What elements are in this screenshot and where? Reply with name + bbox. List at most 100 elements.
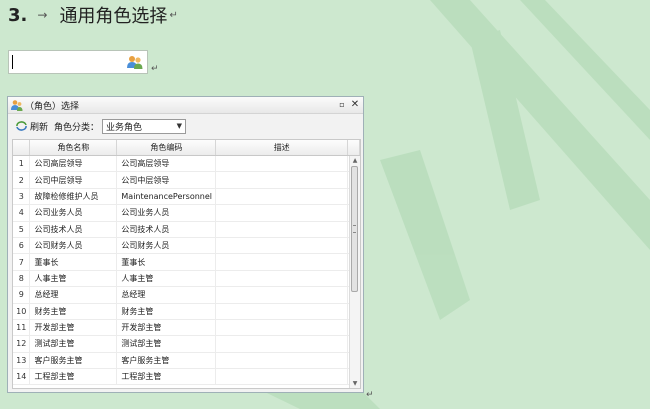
table-row[interactable]: 6 公司财务人员 公司财务人员 <box>13 237 360 255</box>
table-row[interactable]: 9 总经理 总经理 <box>13 286 360 304</box>
category-label: 角色分类： <box>54 122 100 133</box>
role-name-cell: 人事主管 <box>29 270 118 288</box>
paragraph-mark: ↵ <box>169 9 178 21</box>
role-code-cell: 人事主管 <box>116 270 217 288</box>
scrollbar-thumb[interactable] <box>351 166 358 292</box>
column-header-desc[interactable]: 描述 <box>215 140 348 156</box>
refresh-button[interactable]: 刷新 <box>15 120 48 133</box>
role-name-cell: 公司业务人员 <box>29 204 118 222</box>
column-header-name[interactable]: 角色名称 <box>29 140 118 156</box>
row-number: 10 <box>13 303 31 320</box>
role-desc-cell <box>215 204 348 222</box>
role-code-cell: 开发部主管 <box>116 319 217 337</box>
role-name-cell: 公司高层领导 <box>29 155 118 173</box>
table-row[interactable]: 10 财务主管 财务主管 <box>13 303 360 320</box>
table-row[interactable]: 8 人事主管 人事主管 <box>13 270 360 288</box>
users-picker-icon[interactable] <box>126 54 144 70</box>
row-number: 2 <box>13 171 31 189</box>
role-table: 角色名称 角色编码 描述 1 公司高层领导 公司高层领导 2 公司中层领导 公司中层领导 3… <box>13 140 360 386</box>
role-desc-cell <box>215 188 348 206</box>
dialog-toolbar: 刷新 角色分类： 业务角色 ▼ <box>8 116 363 136</box>
table-header-row: 角色名称 角色编码 描述 <box>13 140 360 156</box>
heading-arrow: → <box>37 8 48 22</box>
row-number: 3 <box>13 188 31 206</box>
role-name-cell: 故障检修维护人员 <box>29 188 118 206</box>
row-number: 8 <box>13 270 31 288</box>
role-desc-cell <box>215 286 348 304</box>
row-number: 6 <box>13 237 31 255</box>
role-desc-cell <box>215 270 348 288</box>
row-number: 13 <box>13 352 31 370</box>
category-value: 业务角色 <box>106 122 143 133</box>
role-picker-input[interactable] <box>8 50 148 74</box>
role-name-cell: 财务主管 <box>29 303 118 320</box>
role-name-cell: 工程部主管 <box>29 368 118 386</box>
role-code-cell: 公司业务人员 <box>116 204 217 222</box>
role-code-cell: 公司技术人员 <box>116 221 217 238</box>
heading-title: 通用角色选择 <box>59 6 168 27</box>
table-row[interactable]: 14 工程部主管 工程部主管 <box>13 368 360 386</box>
table-row[interactable]: 2 公司中层领导 公司中层领导 <box>13 171 360 189</box>
table-row[interactable]: 11 开发部主管 开发部主管 <box>13 319 360 337</box>
dialog-title: （角色）选择 <box>25 101 80 112</box>
refresh-icon <box>16 121 27 131</box>
role-code-cell: 财务主管 <box>116 303 217 320</box>
paragraph-mark: ↵ <box>366 390 374 400</box>
role-code-cell: 工程部主管 <box>116 368 217 386</box>
role-code-cell: 公司财务人员 <box>116 237 217 255</box>
role-desc-cell <box>215 171 348 189</box>
text-cursor <box>12 55 13 69</box>
role-code-cell: 董事长 <box>116 253 217 271</box>
scroll-down-icon[interactable]: ▼ <box>350 379 360 388</box>
role-code-cell: 公司高层领导 <box>116 155 217 173</box>
role-name-cell: 总经理 <box>29 286 118 304</box>
role-desc-cell <box>215 303 348 320</box>
dialog-titlebar[interactable]: （角色）选择 ▫ ✕ <box>8 97 363 114</box>
role-name-cell: 开发部主管 <box>29 319 118 337</box>
role-desc-cell <box>215 319 348 337</box>
header-filler <box>347 140 360 156</box>
row-number: 1 <box>13 155 31 173</box>
role-desc-cell <box>215 368 348 386</box>
role-code-cell: 总经理 <box>116 286 217 304</box>
role-select-dialog: （角色）选择 ▫ ✕ 刷新 角色分类： 业务角色 ▼ 角色名称 角色编码 描述 … <box>7 96 364 393</box>
role-grid: 角色名称 角色编码 描述 1 公司高层领导 公司高层领导 2 公司中层领导 公司中层领导 3… <box>12 139 361 389</box>
vertical-scrollbar[interactable]: ▲ ▼ <box>349 156 360 388</box>
role-name-cell: 公司财务人员 <box>29 237 118 255</box>
table-row[interactable]: 4 公司业务人员 公司业务人员 <box>13 204 360 222</box>
column-header-code[interactable]: 角色编码 <box>116 140 217 156</box>
role-name-cell: 客户服务主管 <box>29 352 118 370</box>
row-number: 5 <box>13 221 31 238</box>
scroll-up-icon[interactable]: ▲ <box>350 156 360 165</box>
table-row[interactable]: 13 客户服务主管 客户服务主管 <box>13 352 360 370</box>
maximize-icon[interactable]: ▫ <box>336 98 348 111</box>
table-row[interactable]: 7 董事长 董事长 <box>13 253 360 271</box>
role-desc-cell <box>215 221 348 238</box>
role-code-cell: 测试部主管 <box>116 335 217 353</box>
row-number: 12 <box>13 335 31 353</box>
role-code-cell: MaintenancePersonnel <box>116 188 217 206</box>
chevron-down-icon: ▼ <box>176 122 183 130</box>
table-row[interactable]: 1 公司高层领导 公司高层领导 <box>13 155 360 173</box>
section-heading: 3. → 通用角色选择 ↵ <box>8 2 178 28</box>
table-row[interactable]: 3 故障检修维护人员 MaintenancePersonnel <box>13 188 360 206</box>
paragraph-mark: ↵ <box>151 64 159 74</box>
role-name-cell: 董事长 <box>29 253 118 271</box>
role-name-cell: 公司技术人员 <box>29 221 118 238</box>
table-row[interactable]: 5 公司技术人员 公司技术人员 <box>13 221 360 238</box>
row-number: 14 <box>13 368 31 386</box>
row-number: 11 <box>13 319 31 337</box>
close-icon[interactable]: ✕ <box>349 98 361 111</box>
role-name-cell: 测试部主管 <box>29 335 118 353</box>
row-number: 9 <box>13 286 31 304</box>
table-row[interactable]: 12 测试部主管 测试部主管 <box>13 335 360 353</box>
refresh-label: 刷新 <box>30 122 49 133</box>
row-number: 7 <box>13 253 31 271</box>
category-select[interactable]: 业务角色 ▼ <box>102 118 187 134</box>
role-code-cell: 客户服务主管 <box>116 352 217 370</box>
role-desc-cell <box>215 352 348 370</box>
role-desc-cell <box>215 237 348 255</box>
row-number-header <box>13 140 31 156</box>
role-icon <box>11 100 23 111</box>
heading-number: 3. <box>8 4 28 26</box>
